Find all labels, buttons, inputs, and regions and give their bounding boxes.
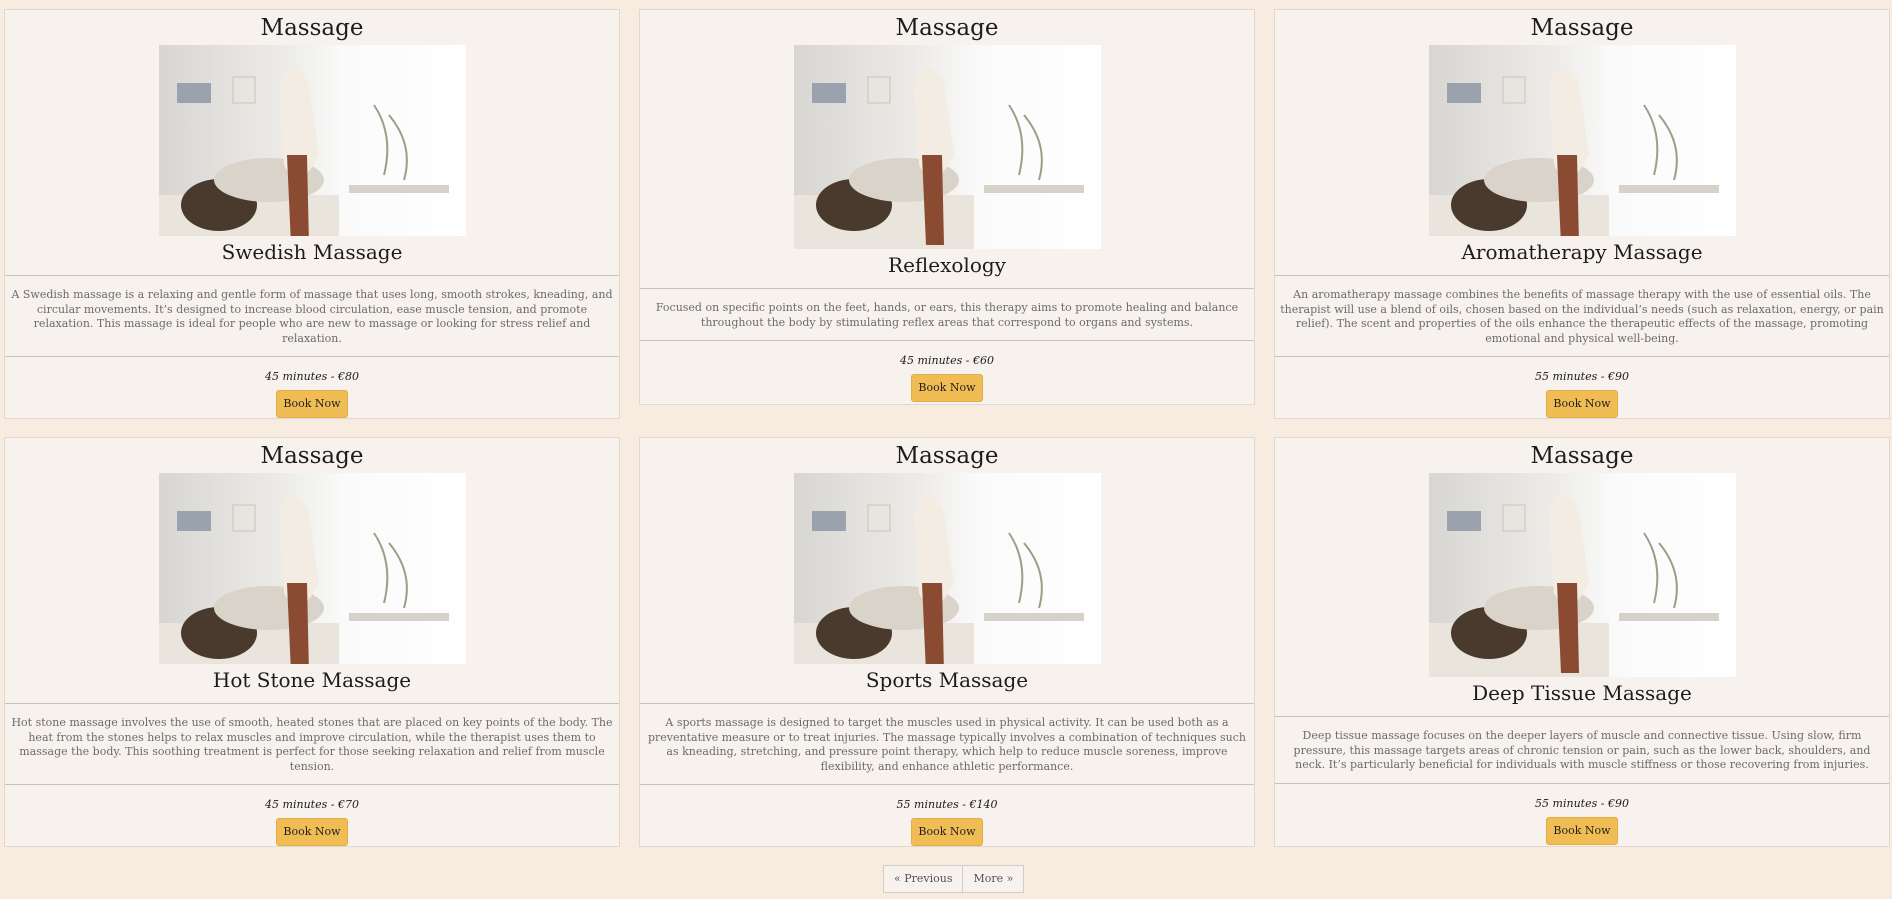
card-category-title: Massage — [895, 443, 999, 469]
service-price: 45 minutes - €80 — [265, 370, 359, 383]
service-description: Focused on specific points on the feet, … — [655, 301, 1239, 329]
divider — [1275, 356, 1889, 357]
massage-photo — [1428, 473, 1736, 677]
card-category-title: Massage — [260, 15, 364, 41]
service-card: Massage Hot Stone Massage Hot stone mass… — [4, 437, 620, 847]
massage-photo — [1428, 45, 1736, 236]
service-card: Massage Aromatherapy Massage An aromathe… — [1274, 9, 1890, 419]
card-category-title: Massage — [895, 15, 999, 41]
book-now-button[interactable]: Book Now — [276, 390, 348, 418]
service-name: Hot Stone Massage — [212, 668, 412, 692]
services-grid: Massage Swedish Massage A Swedish massag… — [4, 9, 1890, 847]
card-category-title: Massage — [1530, 443, 1634, 469]
card-category-title: Massage — [260, 443, 364, 469]
book-now-button[interactable]: Book Now — [911, 818, 983, 846]
more-page-link[interactable]: More » — [963, 865, 1025, 893]
book-now-button[interactable]: Book Now — [1546, 390, 1618, 418]
service-description: A sports massage is designed to target t… — [648, 716, 1246, 773]
service-price: 55 minutes - €90 — [1535, 796, 1629, 810]
service-price: 55 minutes - €90 — [1535, 370, 1629, 383]
divider — [5, 356, 619, 357]
service-name: Deep Tissue Massage — [1472, 681, 1692, 705]
card-category-title: Massage — [1530, 15, 1634, 41]
service-card: Massage Swedish Massage A Swedish massag… — [4, 9, 620, 419]
service-name: Aromatherapy Massage — [1461, 240, 1703, 264]
massage-photo — [793, 473, 1101, 664]
service-description: Hot stone massage involves the use of sm… — [11, 716, 613, 773]
divider — [640, 784, 1254, 785]
service-card: Massage Sports Massage A sports massage … — [639, 437, 1255, 847]
book-now-button[interactable]: Book Now — [1546, 816, 1618, 845]
massage-photo — [158, 473, 466, 664]
book-now-button[interactable]: Book Now — [911, 374, 983, 402]
service-price: 45 minutes - €70 — [265, 798, 359, 811]
service-description: Deep tissue massage focuses on the deepe… — [1293, 729, 1871, 771]
pagination: « Previous More » — [883, 865, 1025, 893]
divider — [640, 340, 1254, 341]
service-name: Sports Massage — [865, 668, 1029, 692]
book-now-button[interactable]: Book Now — [276, 818, 348, 846]
massage-photo — [793, 45, 1101, 249]
massage-photo — [158, 45, 466, 236]
service-name: Swedish Massage — [221, 240, 403, 264]
previous-page-link[interactable]: « Previous — [883, 865, 964, 893]
service-description: A Swedish massage is a relaxing and gent… — [11, 288, 613, 345]
service-card: Massage Deep Tissue Massage Deep tissue … — [1274, 437, 1890, 847]
service-price: 55 minutes - €140 — [896, 798, 998, 811]
service-card: Massage Reflexology Focused on specific … — [639, 9, 1255, 405]
service-price: 45 minutes - €60 — [900, 354, 994, 367]
divider — [5, 784, 619, 785]
service-description: An aromatherapy massage combines the ben… — [1280, 288, 1884, 345]
service-name: Reflexology — [888, 253, 1006, 277]
divider — [1275, 782, 1889, 784]
